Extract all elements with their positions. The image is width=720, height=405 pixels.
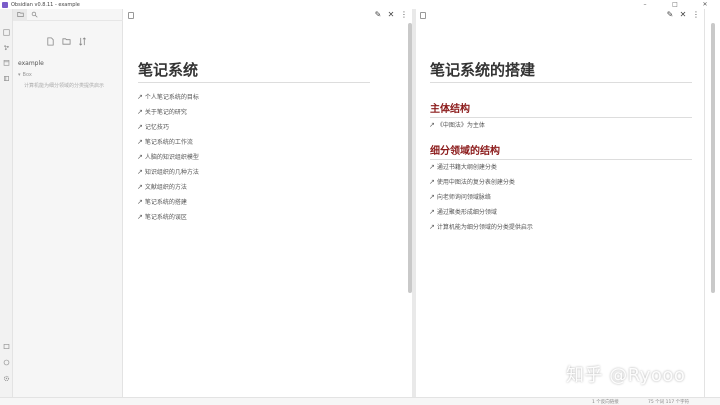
edit-pencil-icon[interactable]: ✎ <box>374 10 382 20</box>
watermark: 知乎 @Ryooo <box>566 365 686 386</box>
internal-link[interactable]: ↗ 笔记系统的误区 <box>137 209 199 224</box>
pane-header: ✎ ✕ ⋮ <box>124 9 412 21</box>
link-arrow-icon: ↗ <box>429 207 435 216</box>
new-note-icon[interactable] <box>46 37 55 46</box>
close-window-button[interactable]: ✕ <box>690 0 720 9</box>
link-arrow-icon: ↗ <box>137 167 143 176</box>
link-arrow-icon: ↗ <box>429 177 435 186</box>
internal-link[interactable]: ↗ 人脑的知识组织模型 <box>137 149 199 164</box>
link-arrow-icon: ↗ <box>429 192 435 201</box>
pane-header: ✎ ✕ ⋮ <box>416 9 704 21</box>
help-icon[interactable] <box>3 359 10 366</box>
sidebar-tabs <box>13 8 123 21</box>
sort-icon[interactable] <box>78 37 87 46</box>
daily-note-icon[interactable] <box>3 59 10 66</box>
word-count: 75 个词 117 个字符 <box>648 400 690 405</box>
more-options-icon[interactable]: ⋮ <box>692 10 700 20</box>
internal-link[interactable]: ↗ 使用中图法的复分表创建分类 <box>429 174 533 189</box>
file-explorer-actions <box>46 37 87 46</box>
templates-icon[interactable] <box>3 75 10 82</box>
note-pane-right: ✎ ✕ ⋮ 笔记系统的搭建 主体结构 ↗ 《中图法》为主体 细分领域的结构 ↗ 通过… <box>416 9 704 397</box>
pane-actions: ✎ ✕ ⋮ <box>374 10 408 20</box>
document-icon <box>128 12 134 19</box>
internal-link[interactable]: ↗ 通过书籍大纲创建分类 <box>429 159 533 174</box>
edit-pencil-icon[interactable]: ✎ <box>666 10 674 20</box>
link-arrow-icon: ↗ <box>137 197 143 206</box>
link-arrow-icon: ↗ <box>137 182 143 191</box>
folder-label: Box <box>22 72 32 78</box>
link-arrow-icon: ↗ <box>137 107 143 116</box>
internal-link[interactable]: ↗ 知识组织的几种方法 <box>137 164 199 179</box>
link-arrow-icon: ↗ <box>429 162 435 171</box>
left-ribbon <box>0 9 13 397</box>
folder-item[interactable]: ▾ Box <box>18 72 32 78</box>
file-explorer-sidebar: example ▾ Box 计算机能为细分领域的分类提供启示 <box>13 8 123 397</box>
settings-gear-icon[interactable] <box>3 375 10 382</box>
tab-file-explorer[interactable] <box>13 8 27 21</box>
document-icon <box>420 12 426 19</box>
right-sidebar-rail <box>704 9 720 397</box>
internal-link[interactable]: ↗ 笔记系统的搭建 <box>137 194 199 209</box>
link-list: ↗ 《中图法》为主体 <box>429 117 485 132</box>
new-folder-icon[interactable] <box>62 37 71 46</box>
chevron-down-icon: ▾ <box>18 72 21 78</box>
pane-scrollbar[interactable] <box>711 23 715 293</box>
internal-link[interactable]: ↗ 笔记系统的工作流 <box>137 134 199 149</box>
backlinks-count[interactable]: 1 个反向链接 <box>592 399 619 405</box>
section-heading: 主体结构 <box>430 100 692 118</box>
link-arrow-icon: ↗ <box>429 120 435 129</box>
link-list: ↗ 通过书籍大纲创建分类 ↗ 使用中图法的复分表创建分类 ↗ 向老师询问领域脉络 ↗ 通… <box>429 159 533 234</box>
status-bar: 1 个反向链接 75 个词 117 个字符 <box>0 397 720 405</box>
open-quick-switcher-icon[interactable] <box>3 29 10 36</box>
internal-link[interactable]: ↗ 计算机能为细分领域的分类提供启示 <box>429 219 533 234</box>
vault-name: example <box>18 60 44 67</box>
file-item[interactable]: 计算机能为细分领域的分类提供启示 <box>24 82 104 89</box>
window-controls: – □ ✕ <box>630 0 720 9</box>
close-pane-icon[interactable]: ✕ <box>387 10 395 20</box>
link-arrow-icon: ↗ <box>137 137 143 146</box>
note-title: 笔记系统的搭建 <box>430 59 692 83</box>
maximize-button[interactable]: □ <box>660 0 690 9</box>
pane-actions: ✎ ✕ ⋮ <box>666 10 700 20</box>
link-list: ↗ 个人笔记系统的目标 ↗ 关于笔记的研究 ↗ 记忆技巧 ↗ 笔记系统的工作流 ↗ 人脑的… <box>137 89 199 224</box>
link-arrow-icon: ↗ <box>137 152 143 161</box>
title-bar: Obsidian v0.8.11 - example – □ ✕ <box>0 0 720 9</box>
open-vault-icon[interactable] <box>3 343 10 350</box>
internal-link[interactable]: ↗ 向老师询问领域脉络 <box>429 189 533 204</box>
close-pane-icon[interactable]: ✕ <box>679 10 687 20</box>
note-pane-left: ✎ ✕ ⋮ 笔记系统 ↗ 个人笔记系统的目标 ↗ 关于笔记的研究 ↗ 记忆技巧 ↗ 笔记… <box>124 9 412 397</box>
internal-link[interactable]: ↗ 文献组织的方法 <box>137 179 199 194</box>
link-arrow-icon: ↗ <box>137 122 143 131</box>
link-arrow-icon: ↗ <box>137 92 143 101</box>
window-title: Obsidian v0.8.11 - example <box>11 1 80 8</box>
internal-link[interactable]: ↗ 记忆技巧 <box>137 119 199 134</box>
graph-view-icon[interactable] <box>3 44 10 51</box>
note-title: 笔记系统 <box>138 59 370 83</box>
internal-link[interactable]: ↗ 通过聚类形成细分领域 <box>429 204 533 219</box>
minimize-button[interactable]: – <box>630 0 660 9</box>
link-arrow-icon: ↗ <box>137 212 143 221</box>
internal-link[interactable]: ↗ 个人笔记系统的目标 <box>137 89 199 104</box>
internal-link[interactable]: ↗ 《中图法》为主体 <box>429 117 485 132</box>
section-heading: 细分领域的结构 <box>430 142 692 160</box>
more-options-icon[interactable]: ⋮ <box>400 10 408 20</box>
obsidian-logo-icon <box>2 1 8 8</box>
internal-link[interactable]: ↗ 关于笔记的研究 <box>137 104 199 119</box>
tab-search[interactable] <box>27 9 41 21</box>
link-arrow-icon: ↗ <box>429 222 435 231</box>
